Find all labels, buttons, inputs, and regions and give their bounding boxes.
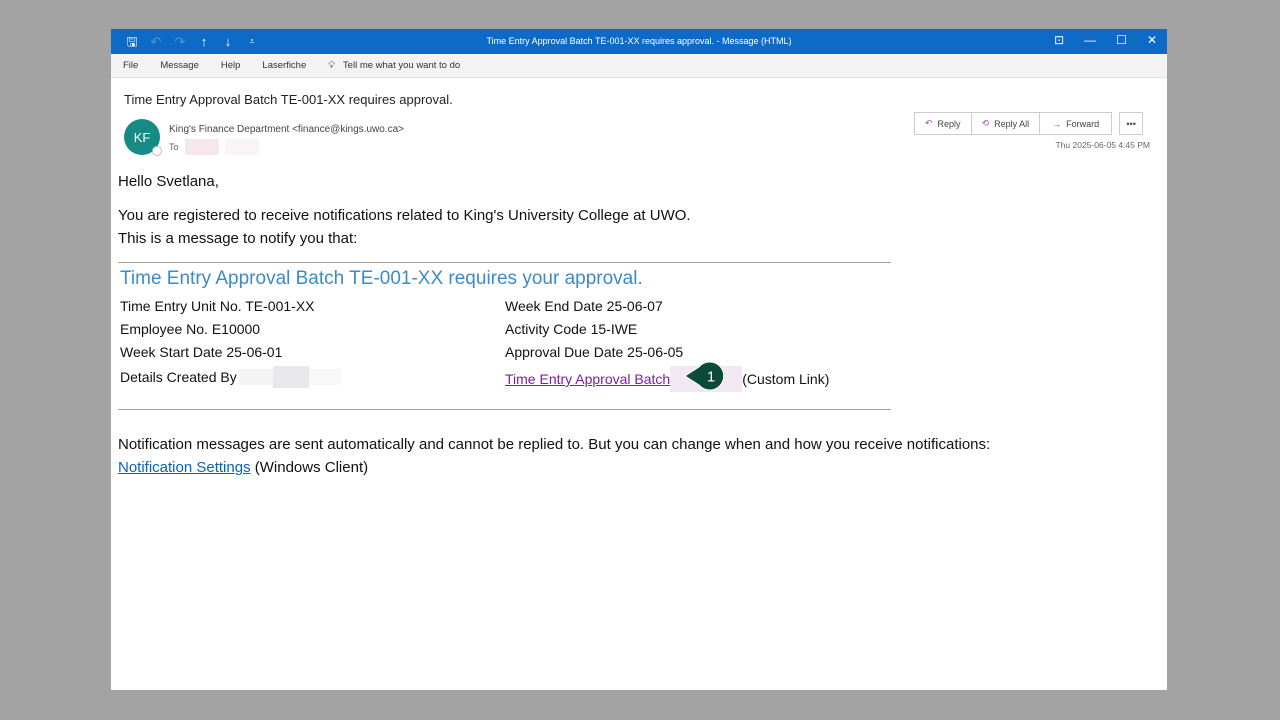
approval-due: Approval Due Date 25-06-05 — [505, 344, 684, 360]
created-by-label: Details Created By — [120, 369, 237, 385]
message-actions: ↶ Reply ⟲ Reply All → Forward ••• — [914, 112, 1144, 135]
reply-all-icon: ⟲ — [981, 118, 990, 128]
week-start: Week Start Date 25-06-01 — [120, 344, 283, 360]
avatar: KF — [124, 119, 162, 156]
created-by: Details Created By — [120, 366, 341, 388]
step-marker-number: 1 — [707, 369, 715, 386]
reply-button[interactable]: ↶ Reply — [914, 112, 972, 135]
unit-no: Time Entry Unit No. TE-001-XX — [120, 298, 315, 314]
sender[interactable]: King's Finance Department <finance@kings… — [169, 124, 404, 135]
redacted-name — [308, 369, 341, 385]
intro-line-1: You are registered to receive notificati… — [118, 207, 691, 224]
settings-suffix: (Windows Client) — [254, 459, 369, 476]
minimize-button[interactable]: — — [1084, 33, 1096, 47]
notice-title: Time Entry Approval Batch TE-001-XX requ… — [120, 268, 643, 289]
footer: Notification messages are sent automatic… — [118, 433, 990, 479]
reply-all-button[interactable]: ⟲ Reply All — [970, 112, 1041, 135]
menu-help[interactable]: Help — [221, 60, 241, 71]
divider — [118, 409, 891, 410]
forward-label: Forward — [1066, 118, 1100, 129]
redacted-recipient — [224, 139, 259, 155]
ribbon-display-icon[interactable]: ⊡ — [1054, 33, 1064, 47]
forward-button[interactable]: → Forward — [1039, 112, 1113, 135]
avatar-initials: KF — [133, 129, 151, 145]
presence-icon — [152, 146, 162, 156]
redacted-name — [238, 369, 273, 385]
sent-date: Thu 2025-06-05 4:45 PM — [1055, 140, 1150, 150]
footer-text: Notification messages are sent automatic… — [118, 436, 991, 453]
title-bar: 🖫 ↶ ↷ ↑ ↓ ⩡ Time Entry Approval Batch TE… — [111, 29, 1167, 54]
lightbulb-icon: 💡︎ — [328, 60, 335, 71]
maximize-button[interactable]: ☐ — [1116, 33, 1127, 47]
step-marker-shape — [684, 361, 725, 391]
reply-icon: ↶ — [925, 118, 933, 128]
employee-no: Employee No. E10000 — [120, 321, 261, 337]
approval-link-row: Time Entry Approval Batch (Custom Link) — [505, 366, 829, 392]
greeting: Hello Svetlana, — [118, 173, 219, 190]
menu-message[interactable]: Message — [160, 60, 199, 71]
forward-icon: → — [1052, 118, 1062, 129]
week-end: Week End Date 25-06-07 — [505, 298, 663, 314]
recipients: To — [169, 139, 259, 155]
approval-batch-link[interactable]: Time Entry Approval Batch — [505, 371, 670, 387]
intro-line-2: This is a message to notify you that: — [118, 230, 358, 247]
email-subject: Time Entry Approval Batch TE-001-XX requ… — [124, 92, 453, 107]
email-body: Hello Svetlana, You are registered to re… — [118, 170, 691, 250]
window-title: Time Entry Approval Batch TE-001-XX requ… — [486, 36, 792, 46]
tell-me-search[interactable]: Tell me what you want to do — [343, 60, 460, 71]
divider — [118, 262, 891, 263]
activity-code: Activity Code 15-IWE — [505, 321, 638, 337]
reply-label: Reply — [937, 118, 961, 129]
more-actions-button[interactable]: ••• — [1119, 112, 1144, 135]
custom-link-label: (Custom Link) — [742, 371, 830, 387]
menu-laserfiche[interactable]: Laserfiche — [262, 60, 306, 71]
redacted-name — [272, 366, 309, 388]
close-button[interactable]: ✕ — [1147, 33, 1157, 47]
to-label: To — [169, 142, 179, 152]
menu-bar: File Message Help Laserfiche 💡︎ Tell me … — [111, 54, 1167, 78]
menu-file[interactable]: File — [123, 60, 138, 71]
reply-all-label: Reply All — [994, 118, 1030, 129]
redacted-recipient — [184, 139, 219, 155]
outlook-message-window: 🖫 ↶ ↷ ↑ ↓ ⩡ Time Entry Approval Batch TE… — [111, 29, 1167, 690]
notification-settings-link[interactable]: Notification Settings — [118, 459, 251, 476]
step-marker: 1 — [684, 361, 725, 391]
